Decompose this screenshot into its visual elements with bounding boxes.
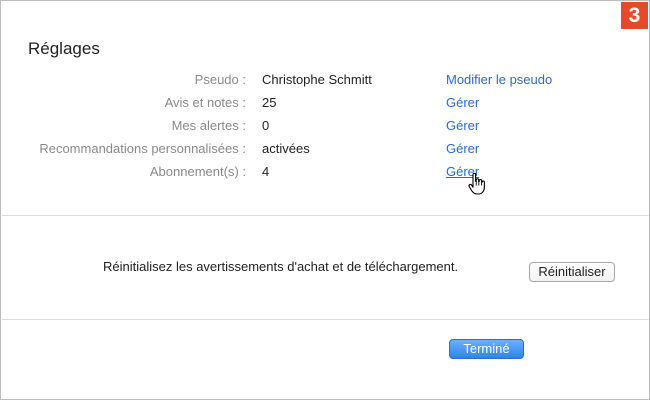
- manage-alerts-link[interactable]: Gérer: [446, 116, 479, 136]
- done-button[interactable]: Terminé: [449, 339, 524, 359]
- row-value: Christophe Schmitt: [262, 72, 372, 87]
- row-pseudo: Pseudo : Christophe Schmitt Modifier le …: [1, 70, 649, 90]
- row-recommendations: Recommandations personnalisées : activée…: [1, 139, 649, 159]
- row-label: Abonnement(s) :: [149, 164, 246, 179]
- row-label: Recommandations personnalisées :: [39, 141, 246, 156]
- row-label: Mes alertes :: [171, 118, 246, 133]
- settings-panel: 3 Réglages Pseudo : Christophe Schmitt M…: [0, 0, 650, 400]
- page-title: Réglages: [28, 39, 100, 58]
- hand-pointer-icon: [468, 173, 485, 195]
- row-value: 4: [262, 164, 270, 179]
- step-number-badge: 3: [621, 2, 648, 29]
- reset-warnings-text: Réinitialisez les avertissements d'achat…: [103, 259, 459, 274]
- row-label: Avis et notes :: [164, 95, 246, 110]
- row-value: 0: [262, 118, 270, 133]
- row-subscriptions: Abonnement(s) : 4 Gérer: [1, 162, 649, 182]
- row-value: 25: [262, 95, 277, 110]
- edit-pseudo-link[interactable]: Modifier le pseudo: [446, 70, 552, 90]
- section-divider: [2, 215, 649, 216]
- section-divider: [2, 319, 649, 320]
- row-reviews: Avis et notes : 25 Gérer: [1, 93, 649, 113]
- manage-reviews-link[interactable]: Gérer: [446, 93, 479, 113]
- row-alerts: Mes alertes : 0 Gérer: [1, 116, 649, 136]
- row-value: activées: [262, 141, 310, 156]
- manage-recommendations-link[interactable]: Gérer: [446, 139, 479, 159]
- reset-button[interactable]: Réinitialiser: [529, 262, 615, 282]
- row-label: Pseudo :: [194, 72, 246, 87]
